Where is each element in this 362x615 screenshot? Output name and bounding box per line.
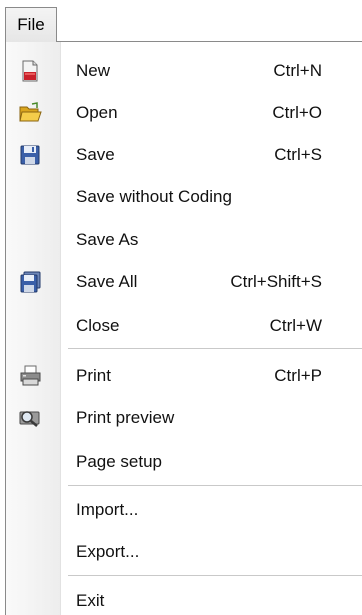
file-menu-button[interactable]: File [5,7,57,42]
menu-item-print-preview[interactable]: Print preview [6,397,362,438]
menu-item-shortcut: Ctrl+N [273,61,322,80]
menu-item-exit[interactable]: Exit [6,580,362,615]
menu-item-import[interactable]: Import... [6,489,362,530]
menu-item-open[interactable]: Open Ctrl+O [6,92,362,133]
menu-item-label: Print [76,366,111,385]
file-menu-dropdown: New Ctrl+N Open Ctrl+O Save Ctrl+S Save … [5,41,362,615]
printer-icon [18,364,42,388]
print-preview-icon [18,406,42,430]
menu-item-shortcut: Ctrl+O [272,103,322,122]
menu-bar: File [0,0,362,44]
menu-item-new[interactable]: New Ctrl+N [6,50,362,91]
menu-item-label: Save As [76,230,139,249]
menu-item-save[interactable]: Save Ctrl+S [6,134,362,175]
menu-item-label: Import... [76,500,139,519]
menu-separator [68,348,362,349]
menu-item-label: Open [76,103,118,122]
menu-item-label: Page setup [76,452,163,471]
open-folder-icon [18,101,42,125]
app-window: File New Ctrl+N Open Ctrl+O Save Ctrl+S … [0,0,362,615]
menu-item-page-setup[interactable]: Page setup [6,441,362,482]
menu-item-shortcut: Ctrl+S [274,145,322,164]
menu-separator [68,485,362,486]
menu-item-label: Save without Coding [76,187,232,206]
menu-item-label: Export... [76,542,140,561]
menu-item-save-all[interactable]: Save All Ctrl+Shift+S [6,261,362,302]
save-disk-icon [18,143,42,167]
menu-item-label: Save [76,145,115,164]
menu-item-label: Save All [76,272,138,291]
menu-item-label: Print preview [76,408,175,427]
menu-item-save-without-coding[interactable]: Save without Coding [6,176,362,217]
menu-separator [68,575,362,576]
save-all-icon [18,270,42,294]
menu-item-shortcut: Ctrl+P [274,366,322,385]
menu-item-close[interactable]: Close Ctrl+W [6,305,362,346]
menu-item-save-as[interactable]: Save As [6,219,362,260]
menu-item-label: Exit [76,591,105,610]
menu-item-shortcut: Ctrl+Shift+S [230,272,322,291]
menu-item-shortcut: Ctrl+W [269,316,322,335]
menu-item-label: Close [76,316,120,335]
new-document-icon [18,59,42,83]
menu-item-print[interactable]: Print Ctrl+P [6,355,362,396]
menu-item-label: New [76,61,111,80]
menu-item-export[interactable]: Export... [6,531,362,572]
